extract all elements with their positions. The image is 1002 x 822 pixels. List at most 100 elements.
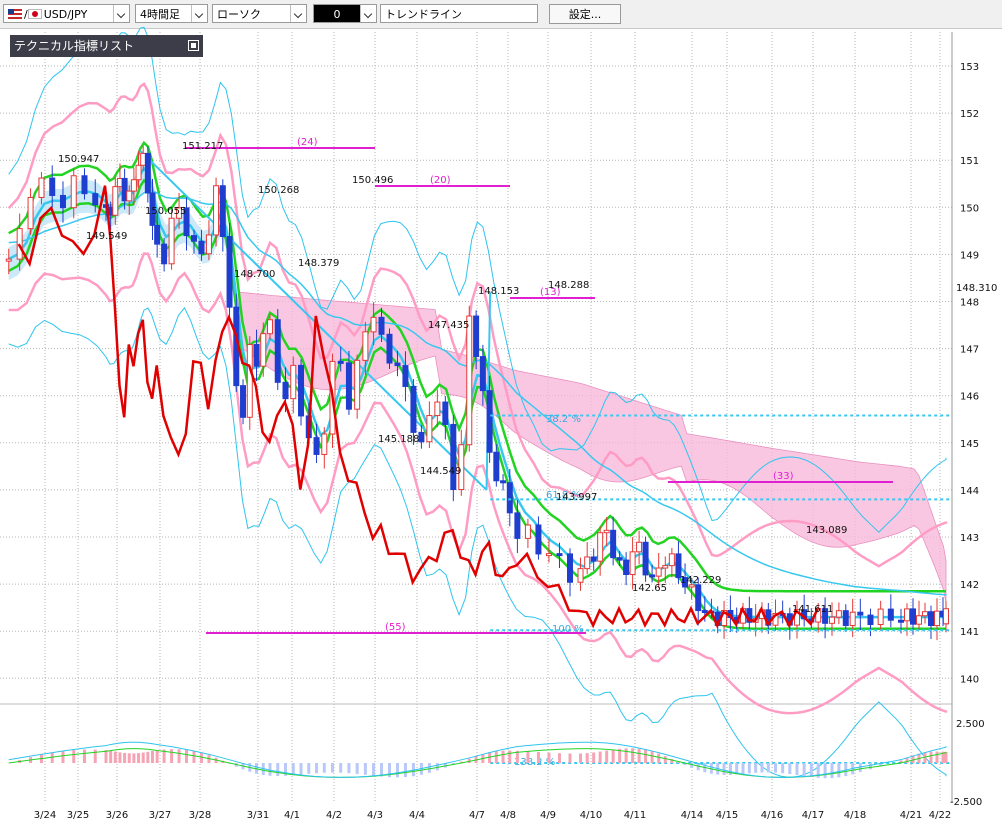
date-tick-label: 4/22: [929, 810, 951, 821]
date-tick-label: 4/11: [624, 810, 646, 821]
candle-body: [655, 567, 662, 577]
price-tick-label: 142: [960, 580, 979, 591]
macd-bar: [347, 763, 351, 774]
candle-body: [38, 177, 45, 198]
candle-body: [857, 611, 864, 616]
candle-body: [154, 224, 161, 245]
indicator-list-label: テクニカル指標リスト: [14, 39, 135, 53]
candle-body: [616, 557, 623, 561]
candle-body: [623, 559, 630, 575]
candle-body: [486, 390, 493, 453]
macd-bar: [127, 753, 131, 763]
macd-bar: [141, 752, 145, 763]
macd-bar: [935, 751, 939, 763]
macd-bar: [494, 751, 498, 763]
candle-body: [130, 179, 137, 192]
price-label: 142.65: [632, 583, 667, 594]
price-chart[interactable]: 38.2 %61.8 %100 %138.2 % (24)(20)(13)(33…: [0, 0, 1002, 822]
macd-bar: [155, 750, 159, 763]
candle-body: [5, 258, 12, 262]
macd-bar: [637, 748, 641, 763]
candle-body: [610, 529, 617, 559]
price-label: 148.153: [478, 286, 519, 297]
price-label: 143.089: [806, 525, 847, 536]
macd-bar: [93, 749, 97, 763]
candle-body: [226, 235, 233, 308]
candle-body: [267, 319, 273, 335]
price-label: 150.947: [58, 154, 99, 165]
candle-body: [370, 316, 377, 333]
candle-body: [584, 556, 591, 570]
lagging-span: [17, 185, 819, 629]
candle-body: [603, 529, 610, 534]
candle-body: [466, 315, 473, 446]
price-label: 149.549: [86, 231, 127, 242]
macd-bar: [773, 763, 777, 773]
macd-bar: [657, 753, 661, 763]
date-tick-label: 3/24: [34, 810, 56, 821]
candle-body: [378, 316, 385, 335]
candle-body: [636, 541, 643, 553]
candle-body: [274, 319, 281, 383]
macd-bar: [355, 763, 359, 774]
macd-bar: [611, 749, 615, 763]
macd-bar: [276, 763, 280, 776]
macd-bar: [592, 752, 596, 763]
price-label: 150.496: [352, 175, 393, 186]
candle-body: [205, 234, 212, 255]
macd-bar: [82, 749, 86, 763]
macd-bar: [395, 763, 399, 778]
lagging-span-line: [17, 185, 819, 629]
macd-bar: [760, 763, 764, 773]
price-tick-label: 152: [960, 109, 979, 120]
macd-bar: [299, 763, 303, 775]
macd-bar: [766, 763, 770, 773]
price-tick-label: 150: [960, 203, 979, 214]
price-tick-label: 148: [960, 298, 979, 309]
range-label: (55): [385, 622, 406, 633]
candle-body: [126, 190, 133, 202]
date-tick-label: 3/31: [247, 810, 269, 821]
macd-bar: [315, 763, 319, 774]
date-tick-label: 4/17: [802, 810, 824, 821]
candle-body: [27, 196, 34, 230]
candle-body: [916, 615, 922, 625]
macd-tick-label: 2.500: [956, 719, 985, 730]
candle-body: [701, 610, 708, 614]
candle-body: [213, 185, 220, 236]
date-tick-label: 4/15: [716, 810, 738, 821]
macd-bar: [501, 750, 505, 763]
date-tick-label: 3/25: [67, 810, 89, 821]
candle-body: [934, 610, 940, 627]
candle-body: [135, 164, 142, 181]
date-tick-label: 4/7: [469, 810, 485, 821]
candle-body: [386, 333, 393, 364]
candle-body: [298, 364, 305, 417]
macd-bar: [823, 763, 827, 779]
price-label: 145.188: [378, 434, 419, 445]
macd-bar: [929, 751, 933, 763]
candle-body: [321, 433, 328, 455]
candle-body: [849, 611, 856, 626]
price-label: 147.435: [428, 320, 469, 331]
candle-body: [500, 480, 507, 484]
macd-bar: [830, 763, 834, 779]
candle-body: [246, 344, 253, 418]
date-axis: 3/24 3/25 3/26 3/27 3/28 3/31 4/1 4/2 4/3 4/4 4/7 4…: [34, 810, 951, 821]
macd-bar: [403, 763, 407, 778]
indicator-list-panel[interactable]: テクニカル指標リスト: [10, 35, 203, 57]
candle-body: [668, 553, 675, 567]
panel-toggle-icon[interactable]: [188, 40, 199, 51]
candle-body: [642, 541, 649, 576]
macd-bar: [788, 763, 792, 775]
macd-bar: [644, 749, 648, 763]
candle-body: [867, 614, 874, 626]
candle-body: [190, 235, 197, 242]
candle-body: [337, 360, 344, 364]
candle-body: [910, 608, 916, 625]
macd-bar: [372, 763, 376, 776]
candle-body: [524, 524, 531, 539]
macd-bar: [547, 752, 551, 763]
candle-body: [835, 610, 842, 618]
macd-bar: [61, 750, 65, 763]
